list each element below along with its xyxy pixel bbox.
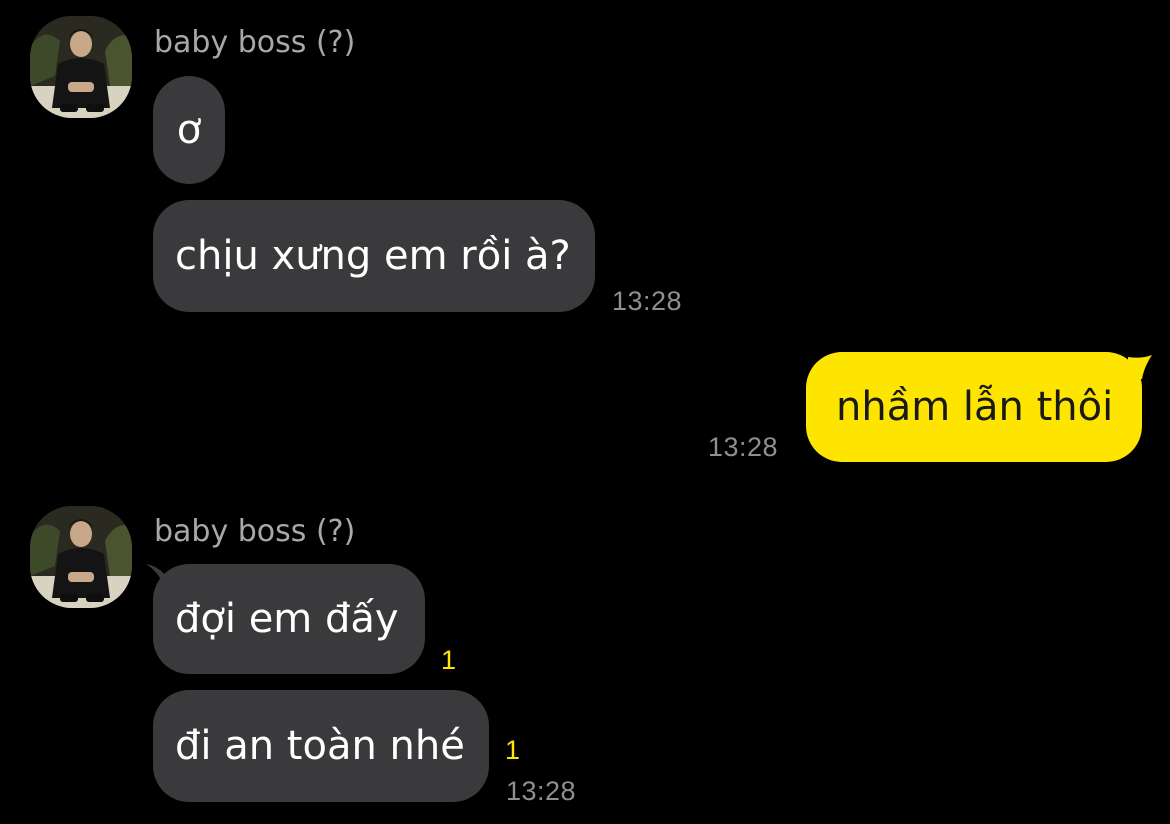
sender-avatar[interactable] [30,16,132,118]
message-text: đi an toàn nhé [175,723,465,769]
bubble-tail-icon [1128,355,1152,379]
sender-avatar[interactable] [30,506,132,608]
message-text: nhầm lẫn thôi [836,384,1114,430]
unread-count: 1 [505,735,521,765]
sender-name: baby boss (?) [154,514,356,549]
message-timestamp: 13:28 [612,286,683,316]
my-message-bubble[interactable]: nhầm lẫn thôi [806,352,1142,462]
message-bubble[interactable]: ơ [153,76,225,184]
message-bubble[interactable]: đi an toàn nhé [153,690,489,802]
unread-count: 1 [441,645,457,675]
profile-photo-icon [30,506,132,608]
message-bubble[interactable]: chịu xưng em rồi à? [153,200,595,312]
message-bubble[interactable]: đợi em đấy [153,564,425,674]
message-timestamp: 13:28 [506,776,577,806]
message-text: chịu xưng em rồi à? [175,233,571,279]
profile-photo-icon [30,16,132,118]
message-text: ơ [176,107,202,153]
message-text: đợi em đấy [175,596,399,642]
sender-name: baby boss (?) [154,25,356,60]
message-timestamp: 13:28 [708,432,779,462]
